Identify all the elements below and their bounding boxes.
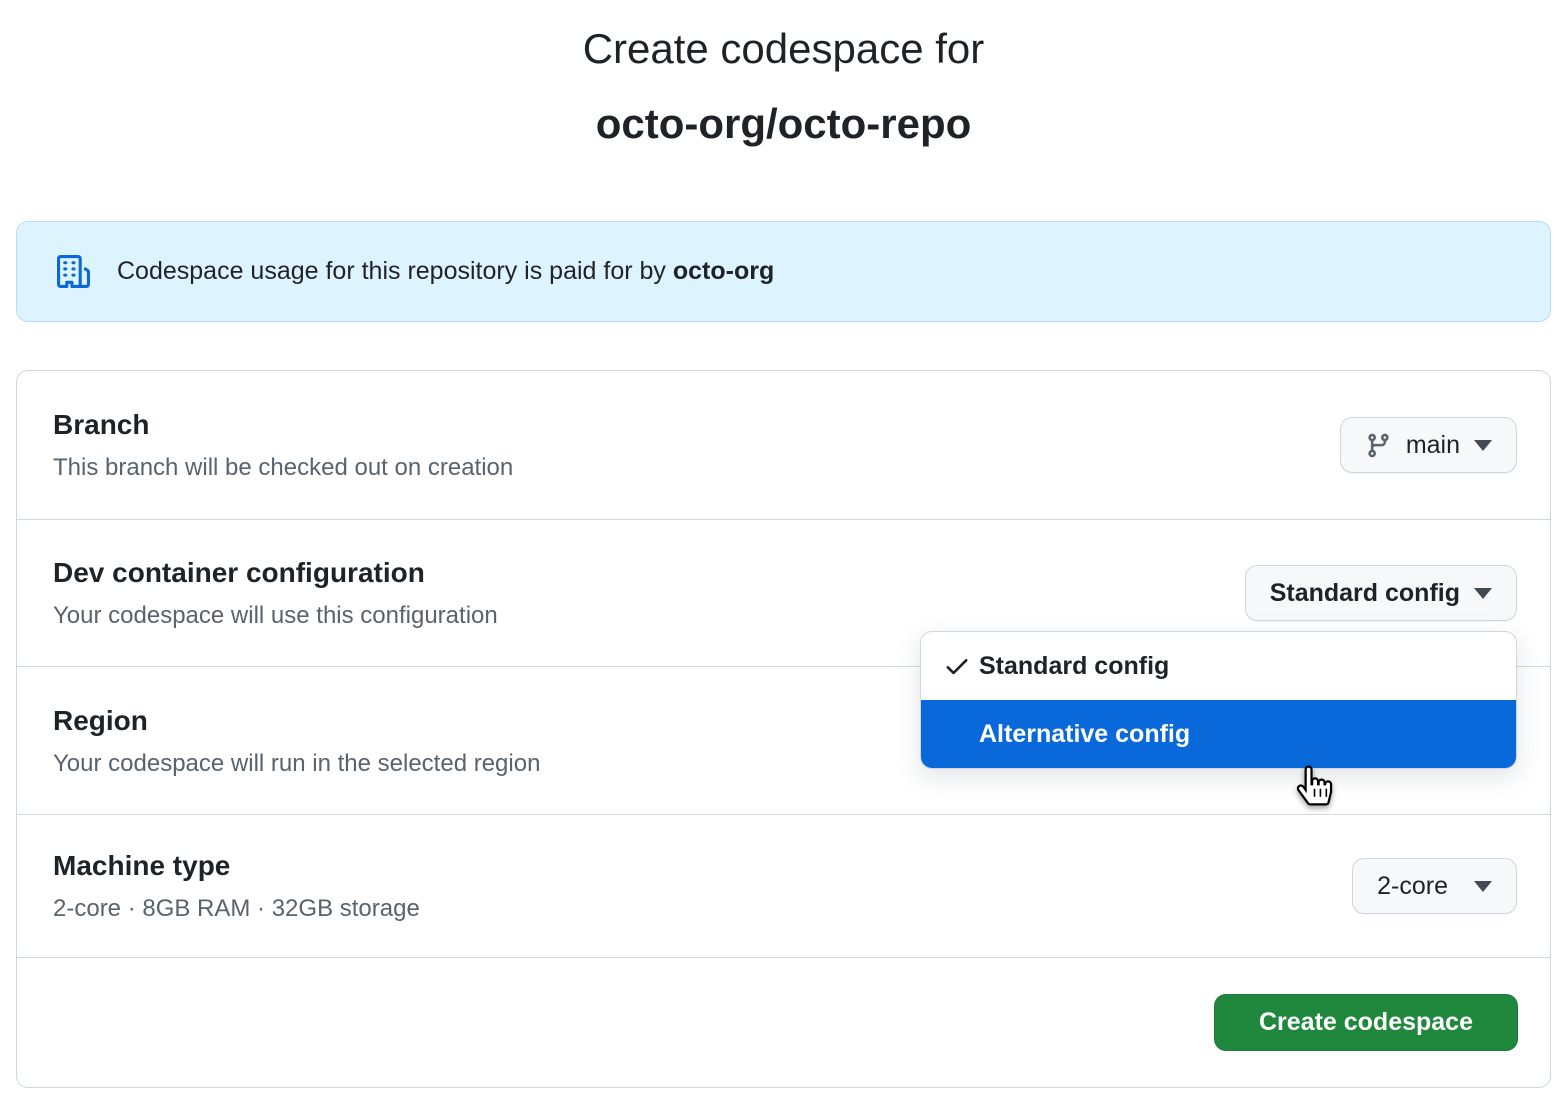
dev-container-config-dropdown-button[interactable]: Standard config (1245, 565, 1517, 621)
menu-item-label: Standard config (979, 652, 1169, 681)
branch-row-text: Branch This branch will be checked out o… (53, 407, 513, 483)
branch-button-label: main (1406, 431, 1460, 460)
create-codespace-page: Create codespace for octo-org/octo-repo … (0, 26, 1567, 1100)
branch-row: Branch This branch will be checked out o… (17, 371, 1550, 519)
region-label: Region (53, 703, 540, 738)
machine-type-row-text: Machine type 2-core · 8GB RAM · 32GB sto… (53, 848, 420, 924)
repo-name-title: octo-org/octo-repo (0, 101, 1567, 147)
banner-message: Codespace usage for this repository is p… (117, 257, 774, 286)
organization-icon (57, 255, 90, 288)
git-branch-icon (1365, 432, 1392, 459)
branch-dropdown-button[interactable]: main (1340, 417, 1517, 473)
machine-type-dropdown-button[interactable]: 2-core (1352, 858, 1517, 914)
dev-container-config-label: Dev container configuration (53, 555, 498, 590)
region-description: Your codespace will run in the selected … (53, 748, 540, 779)
menu-item-standard-config[interactable]: Standard config (921, 632, 1516, 700)
create-codespace-button[interactable]: Create codespace (1214, 994, 1518, 1051)
check-icon (943, 652, 971, 680)
card-footer: Create codespace (17, 957, 1550, 1087)
menu-item-label: Alternative config (979, 720, 1190, 749)
codespace-settings-card: Branch This branch will be checked out o… (16, 370, 1551, 1088)
dev-container-config-description: Your codespace will use this configurati… (53, 600, 498, 631)
machine-type-row: Machine type 2-core · 8GB RAM · 32GB sto… (17, 814, 1550, 957)
payer-org-name: octo-org (673, 257, 774, 285)
branch-label: Branch (53, 407, 513, 442)
page-title: Create codespace for (0, 26, 1567, 72)
triangle-down-icon (1474, 881, 1492, 892)
billing-info-banner: Codespace usage for this repository is p… (16, 221, 1551, 322)
branch-description: This branch will be checked out on creat… (53, 452, 513, 483)
dev-container-config-button-label: Standard config (1270, 579, 1460, 608)
region-row-text: Region Your codespace will run in the se… (53, 703, 540, 779)
dev-container-config-row-text: Dev container configuration Your codespa… (53, 555, 498, 631)
menu-item-alternative-config[interactable]: Alternative config (921, 700, 1516, 768)
machine-type-button-label: 2-core (1377, 872, 1448, 901)
machine-type-description: 2-core · 8GB RAM · 32GB storage (53, 893, 420, 924)
page-heading: Create codespace for octo-org/octo-repo (0, 26, 1567, 147)
triangle-down-icon (1474, 588, 1492, 599)
machine-type-label: Machine type (53, 848, 420, 883)
triangle-down-icon (1474, 440, 1492, 451)
dev-container-config-menu: Standard config Alternative config (920, 631, 1517, 769)
